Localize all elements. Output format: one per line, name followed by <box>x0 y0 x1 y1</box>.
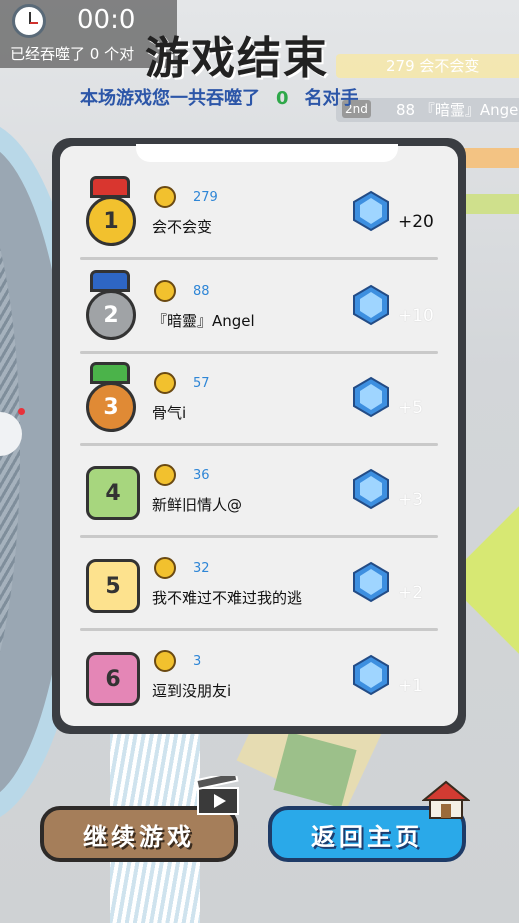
diamond-icon <box>353 190 389 232</box>
player-score: 32 <box>193 561 210 576</box>
row-divider <box>80 628 438 631</box>
result-row: 1 279 会不会变 +20 <box>80 168 438 260</box>
coin-icon <box>154 186 176 208</box>
reward-amount: +1 <box>398 676 424 696</box>
panel-top-highlight <box>136 144 398 162</box>
summary-count: 0 <box>276 88 289 109</box>
diamond-icon <box>353 284 389 326</box>
result-row: 4 36 新鲜旧情人@ +3 <box>80 446 438 538</box>
rank-box: 4 <box>86 466 140 520</box>
notification-dot <box>18 408 25 415</box>
timer-value: 00:0 <box>77 5 136 35</box>
summary-suffix: 名对手 <box>304 88 359 109</box>
reward-amount: +3 <box>398 490 424 510</box>
leaderboard-label: 279 会不会变 <box>386 57 480 75</box>
player-score: 3 <box>193 654 202 669</box>
house-icon <box>422 780 470 819</box>
coin-icon <box>154 464 176 486</box>
clock-icon <box>12 4 46 38</box>
player-name: 新鲜旧情人@ <box>152 496 243 514</box>
results-panel: 1 279 会不会变 +20 2 88 『暗靈』Angel +10 3 57 骨… <box>52 138 466 734</box>
player-name: 骨气i <box>152 404 187 422</box>
reward-amount: +10 <box>398 306 434 326</box>
reward-amount: +20 <box>398 212 434 232</box>
results-panel-inner: 1 279 会不会变 +20 2 88 『暗靈』Angel +10 3 57 骨… <box>60 144 458 726</box>
reward-amount: +5 <box>398 398 424 418</box>
leaderboard-label: 88 『暗霊』Angel <box>396 101 519 119</box>
gold-medal-icon: 1 <box>86 196 136 246</box>
rank-box: 5 <box>86 559 140 613</box>
result-row: 5 32 我不难过不难过我的逃 +2 <box>80 539 438 631</box>
diamond-icon <box>353 561 389 603</box>
row-divider <box>80 257 438 260</box>
summary-prefix: 本场游戏您一共吞噬了 <box>80 88 260 109</box>
return-home-label: 返回主页 <box>311 822 423 851</box>
player-score: 36 <box>193 468 210 483</box>
ribbon-icon <box>90 270 130 292</box>
leaderboard-entry-1: 279 会不会变 <box>336 54 519 78</box>
coin-icon <box>154 372 176 394</box>
row-divider <box>80 535 438 538</box>
result-row: 2 88 『暗靈』Angel +10 <box>80 262 438 354</box>
leaderboard-entry-2: 2nd 88 『暗霊』Angel <box>336 98 519 122</box>
continue-game-label: 继续游戏 <box>83 822 195 851</box>
player-score: 57 <box>193 376 210 391</box>
player-score: 279 <box>193 190 218 205</box>
coin-icon <box>154 280 176 302</box>
diamond-icon <box>353 376 389 418</box>
player-name: 我不难过不难过我的逃 <box>152 589 303 607</box>
bronze-medal-icon: 3 <box>86 382 136 432</box>
ribbon-icon <box>90 176 130 198</box>
player-name: 逗到没朋友i <box>152 682 232 700</box>
player-score: 88 <box>193 284 210 299</box>
rank-box: 6 <box>86 652 140 706</box>
clapperboard-icon <box>195 776 239 815</box>
silver-medal-icon: 2 <box>86 290 136 340</box>
summary-text: 本场游戏您一共吞噬了 0 名对手 <box>80 84 359 110</box>
diamond-icon <box>353 468 389 510</box>
result-row: 3 57 骨气i +5 <box>80 354 438 446</box>
player-name: 会不会变 <box>152 218 213 236</box>
ribbon-icon <box>90 362 130 384</box>
coin-icon <box>154 650 176 672</box>
reward-amount: +2 <box>398 583 424 603</box>
result-row: 6 3 逗到没朋友i +1 <box>80 632 438 724</box>
coin-icon <box>154 557 176 579</box>
player-name: 『暗靈』Angel <box>152 312 255 330</box>
game-over-title: 游戏结束 <box>145 33 329 84</box>
diamond-icon <box>353 654 389 696</box>
